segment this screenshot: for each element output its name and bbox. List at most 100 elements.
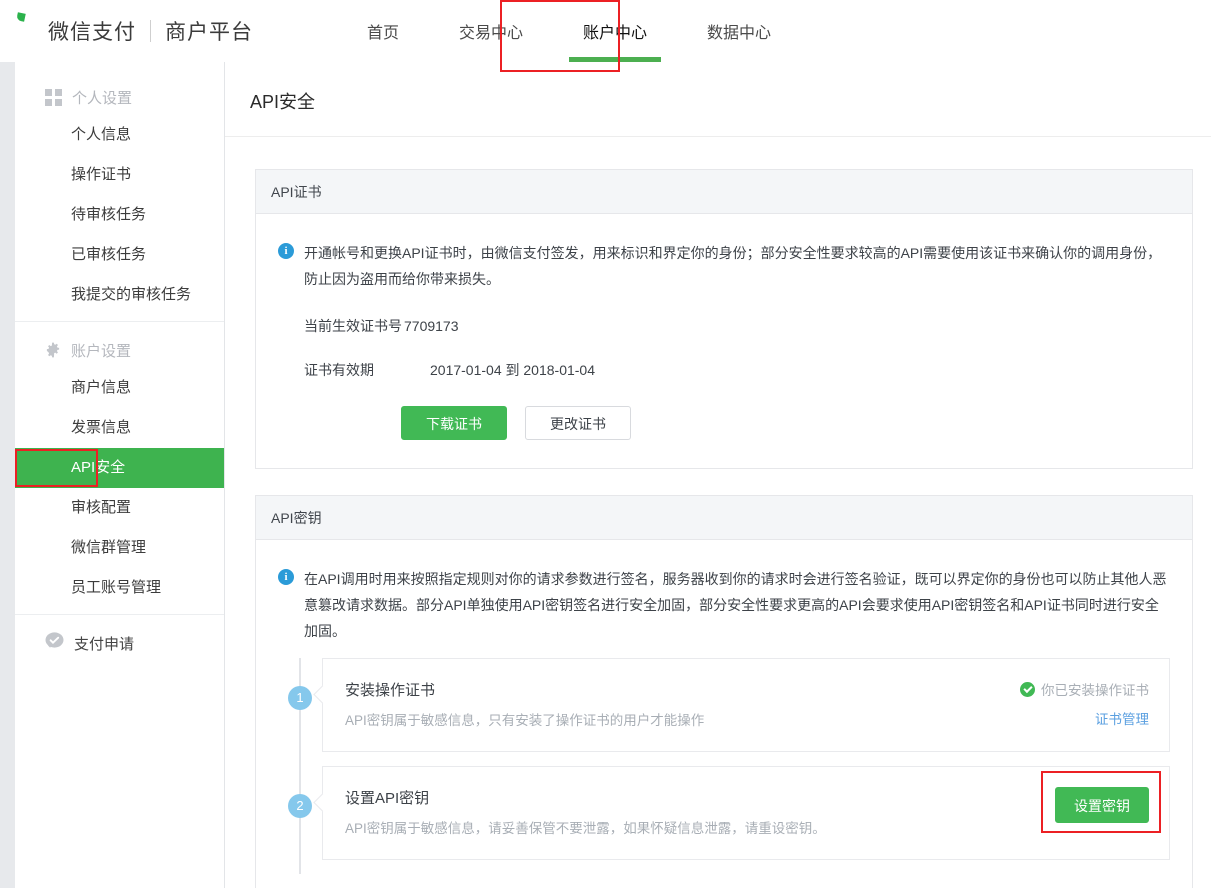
sidebar-group-personal: 个人设置 个人信息 操作证书 待审核任务 已审核任务 我提交的审核任务: [15, 79, 224, 321]
content-panel: API安全 API证书 i 开通帐号和更换API证书时，由微信支付签发，用来标识…: [225, 62, 1211, 888]
brand-name: 微信支付: [48, 21, 136, 44]
sidebar-item-label: 个人信息: [71, 126, 132, 143]
sidebar-item-label: 我提交的审核任务: [71, 286, 192, 303]
certificate-serial-value: 7709173: [404, 318, 459, 334]
nav-item-home[interactable]: 首页: [337, 0, 429, 62]
sidebar-item-reviewed-tasks[interactable]: 已审核任务: [15, 235, 224, 275]
brand-divider: [150, 20, 151, 42]
sidebar-item-personal-info[interactable]: 个人信息: [15, 115, 224, 155]
left-gutter: [0, 62, 15, 888]
sidebar: 个人设置 个人信息 操作证书 待审核任务 已审核任务 我提交的审核任务 账户设置…: [15, 62, 225, 888]
step-main: 设置API密钥 API密钥属于敏感信息，请妥善保管不要泄露，如果怀疑信息泄露，请…: [345, 787, 1035, 837]
main-nav: 首页 交易中心 账户中心 数据中心: [337, 0, 801, 62]
sidebar-item-label: 微信群管理: [71, 539, 147, 556]
sidebar-group-header-personal: 个人设置: [15, 79, 224, 115]
certificate-button-row: 下载证书 更改证书: [278, 406, 1170, 440]
sidebar-item-invoice-info[interactable]: 发票信息: [15, 408, 224, 448]
certificate-notice: i 开通帐号和更换API证书时，由微信支付签发，用来标识和界定你的身份；部分安全…: [278, 240, 1170, 292]
sidebar-item-label: API安全: [71, 459, 126, 476]
wechat-pay-logo-icon: [14, 18, 40, 44]
sidebar-group-header-account: 账户设置: [15, 332, 224, 368]
top-header: 微信支付 商户平台 首页 交易中心 账户中心 数据中心: [0, 0, 1211, 72]
page-title: API安全: [225, 62, 1211, 137]
download-certificate-button[interactable]: 下载证书: [401, 406, 507, 440]
grid-icon: [45, 88, 62, 106]
sidebar-group-account: 账户设置 商户信息 发票信息 API安全 审核配置 微信群管理 员工账号管理: [15, 321, 224, 614]
certificate-serial-row: 当前生效证书号 7709173: [278, 316, 1170, 336]
api-certificate-card-body: i 开通帐号和更换API证书时，由微信支付签发，用来标识和界定你的身份；部分安全…: [256, 214, 1192, 468]
nav-item-transaction-center[interactable]: 交易中心: [429, 0, 553, 62]
page-body: 个人设置 个人信息 操作证书 待审核任务 已审核任务 我提交的审核任务 账户设置…: [0, 62, 1211, 888]
sidebar-item-payment-application[interactable]: 支付申请: [15, 625, 224, 665]
step-set-api-key: 2 设置API密钥 API密钥属于敏感信息，请妥善保管不要泄露，如果怀疑信息泄露…: [278, 766, 1170, 874]
nav-item-label: 交易中心: [459, 25, 524, 42]
sidebar-item-label: 操作证书: [71, 166, 132, 183]
sidebar-item-merchant-info[interactable]: 商户信息: [15, 368, 224, 408]
nav-item-label: 数据中心: [707, 25, 772, 42]
certificate-install-status: 你已安装操作证书: [1020, 679, 1149, 699]
sidebar-group-label: 账户设置: [71, 342, 132, 360]
nav-item-account-center[interactable]: 账户中心: [553, 0, 677, 62]
info-icon: i: [278, 569, 294, 585]
sidebar-item-wechat-group-management[interactable]: 微信群管理: [15, 528, 224, 568]
sidebar-item-pending-tasks[interactable]: 待审核任务: [15, 195, 224, 235]
sidebar-item-api-security[interactable]: API安全: [15, 448, 224, 488]
set-key-button-wrap: 设置密钥: [1041, 771, 1161, 833]
step-description: API密钥属于敏感信息，只有安装了操作证书的用户才能操作: [345, 713, 705, 728]
api-certificate-card: API证书 i 开通帐号和更换API证书时，由微信支付签发，用来标识和界定你的身…: [255, 169, 1193, 469]
step-number-badge: 2: [288, 794, 312, 818]
step-aside: 设置密钥: [1035, 771, 1161, 833]
gear-icon: [45, 342, 61, 358]
certificate-serial-label: 当前生效证书号: [304, 318, 402, 334]
step-rail: 1: [278, 658, 322, 766]
nav-item-data-center[interactable]: 数据中心: [677, 0, 801, 62]
green-check-icon: [1020, 681, 1035, 697]
step-connector-line: [299, 658, 301, 766]
change-certificate-button[interactable]: 更改证书: [525, 406, 631, 440]
api-key-steps: 1 安装操作证书 API密钥属于敏感信息，只有安装了操作证书的用户才能操作 你已…: [278, 658, 1170, 874]
step-connector-line: [299, 766, 301, 874]
brand-block[interactable]: 微信支付 商户平台: [14, 16, 253, 46]
sidebar-item-review-config[interactable]: 审核配置: [15, 488, 224, 528]
set-api-key-button[interactable]: 设置密钥: [1055, 787, 1149, 823]
api-key-card-body: i 在API调用时用来按照指定规则对你的请求参数进行签名，服务器收到你的请求时会…: [256, 540, 1192, 888]
api-key-notice-text: 在API调用时用来按照指定规则对你的请求参数进行签名，服务器收到你的请求时会进行…: [304, 571, 1167, 639]
content-inner: API证书 i 开通帐号和更换API证书时，由微信支付签发，用来标识和界定你的身…: [225, 137, 1193, 888]
sidebar-group-payment: 支付申请: [15, 614, 224, 671]
step-install-certificate: 1 安装操作证书 API密钥属于敏感信息，只有安装了操作证书的用户才能操作 你已…: [278, 658, 1170, 766]
info-icon: i: [278, 243, 294, 259]
status-text: 你已安装操作证书: [1041, 683, 1149, 698]
step-description: API密钥属于敏感信息，请妥善保管不要泄露，如果怀疑信息泄露，请重设密钥。: [345, 821, 826, 836]
sidebar-item-staff-account-management[interactable]: 员工账号管理: [15, 568, 224, 608]
nav-item-label: 账户中心: [583, 25, 648, 42]
nav-item-label: 首页: [367, 25, 400, 42]
sidebar-item-label: 商户信息: [71, 379, 132, 396]
sidebar-item-label: 支付申请: [74, 636, 135, 653]
certificate-management-link[interactable]: 证书管理: [1095, 712, 1149, 727]
sidebar-item-label: 已审核任务: [71, 246, 147, 263]
sidebar-item-label: 待审核任务: [71, 206, 147, 223]
api-key-notice: i 在API调用时用来按照指定规则对你的请求参数进行签名，服务器收到你的请求时会…: [278, 566, 1170, 644]
sidebar-group-label: 个人设置: [72, 89, 133, 107]
step-aside: 你已安装操作证书 证书管理: [1000, 679, 1149, 729]
certificate-validity-label: 证书有效期: [304, 362, 374, 378]
certificate-validity-value: 2017-01-04 到 2018-01-04: [430, 362, 596, 378]
certificate-validity-row: 证书有效期 2017-01-04 到 2018-01-04: [278, 360, 1170, 380]
api-key-card: API密钥 i 在API调用时用来按照指定规则对你的请求参数进行签名，服务器收到…: [255, 495, 1193, 888]
step-card: 安装操作证书 API密钥属于敏感信息，只有安装了操作证书的用户才能操作 你已安装…: [322, 658, 1170, 752]
certificate-notice-text: 开通帐号和更换API证书时，由微信支付签发，用来标识和界定你的身份；部分安全性要…: [304, 245, 1162, 287]
step-card: 设置API密钥 API密钥属于敏感信息，请妥善保管不要泄露，如果怀疑信息泄露，请…: [322, 766, 1170, 860]
sidebar-item-label: 审核配置: [71, 499, 132, 516]
brand-subtitle: 商户平台: [165, 21, 253, 44]
api-key-card-title: API密钥: [256, 496, 1192, 540]
step-main: 安装操作证书 API密钥属于敏感信息，只有安装了操作证书的用户才能操作: [345, 679, 1000, 729]
sidebar-item-label: 员工账号管理: [71, 579, 162, 596]
step-title: 安装操作证书: [345, 682, 436, 699]
api-certificate-card-title: API证书: [256, 170, 1192, 214]
step-title: 设置API密钥: [345, 790, 430, 807]
sidebar-item-label: 发票信息: [71, 419, 132, 436]
sidebar-item-operation-certificate[interactable]: 操作证书: [15, 155, 224, 195]
sidebar-item-my-submitted-tasks[interactable]: 我提交的审核任务: [15, 275, 224, 315]
step-rail: 2: [278, 766, 322, 874]
pay-bubble-icon: [45, 625, 64, 665]
